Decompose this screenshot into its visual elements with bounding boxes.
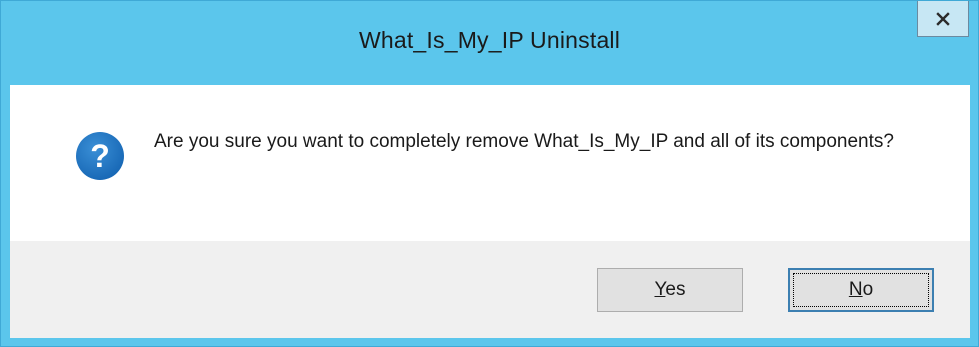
question-icon: ? bbox=[75, 131, 125, 181]
yes-button-label: Yes bbox=[654, 279, 685, 301]
yes-mnemonic: Y bbox=[654, 279, 666, 300]
yes-button[interactable]: Yes bbox=[597, 268, 743, 312]
uninstall-dialog-window: What_Is_My_IP Uninstall ? Are you sure y… bbox=[0, 0, 979, 347]
close-icon bbox=[936, 11, 950, 26]
yes-label-rest: es bbox=[665, 279, 686, 300]
confirmation-message: Are you sure you want to completely remo… bbox=[154, 131, 894, 152]
question-glyph: ? bbox=[90, 138, 110, 174]
no-label-rest: o bbox=[862, 279, 874, 300]
no-button[interactable]: No bbox=[788, 268, 934, 312]
dialog-client-area: ? Are you sure you want to completely re… bbox=[10, 85, 970, 338]
message-area: ? Are you sure you want to completely re… bbox=[10, 85, 970, 241]
button-bar: Yes No bbox=[10, 241, 970, 338]
close-button[interactable] bbox=[917, 1, 969, 37]
dialog-title: What_Is_My_IP Uninstall bbox=[358, 27, 621, 53]
no-button-label: No bbox=[849, 279, 873, 301]
title-bar[interactable]: What_Is_My_IP Uninstall bbox=[1, 1, 978, 85]
no-mnemonic: N bbox=[848, 279, 863, 300]
